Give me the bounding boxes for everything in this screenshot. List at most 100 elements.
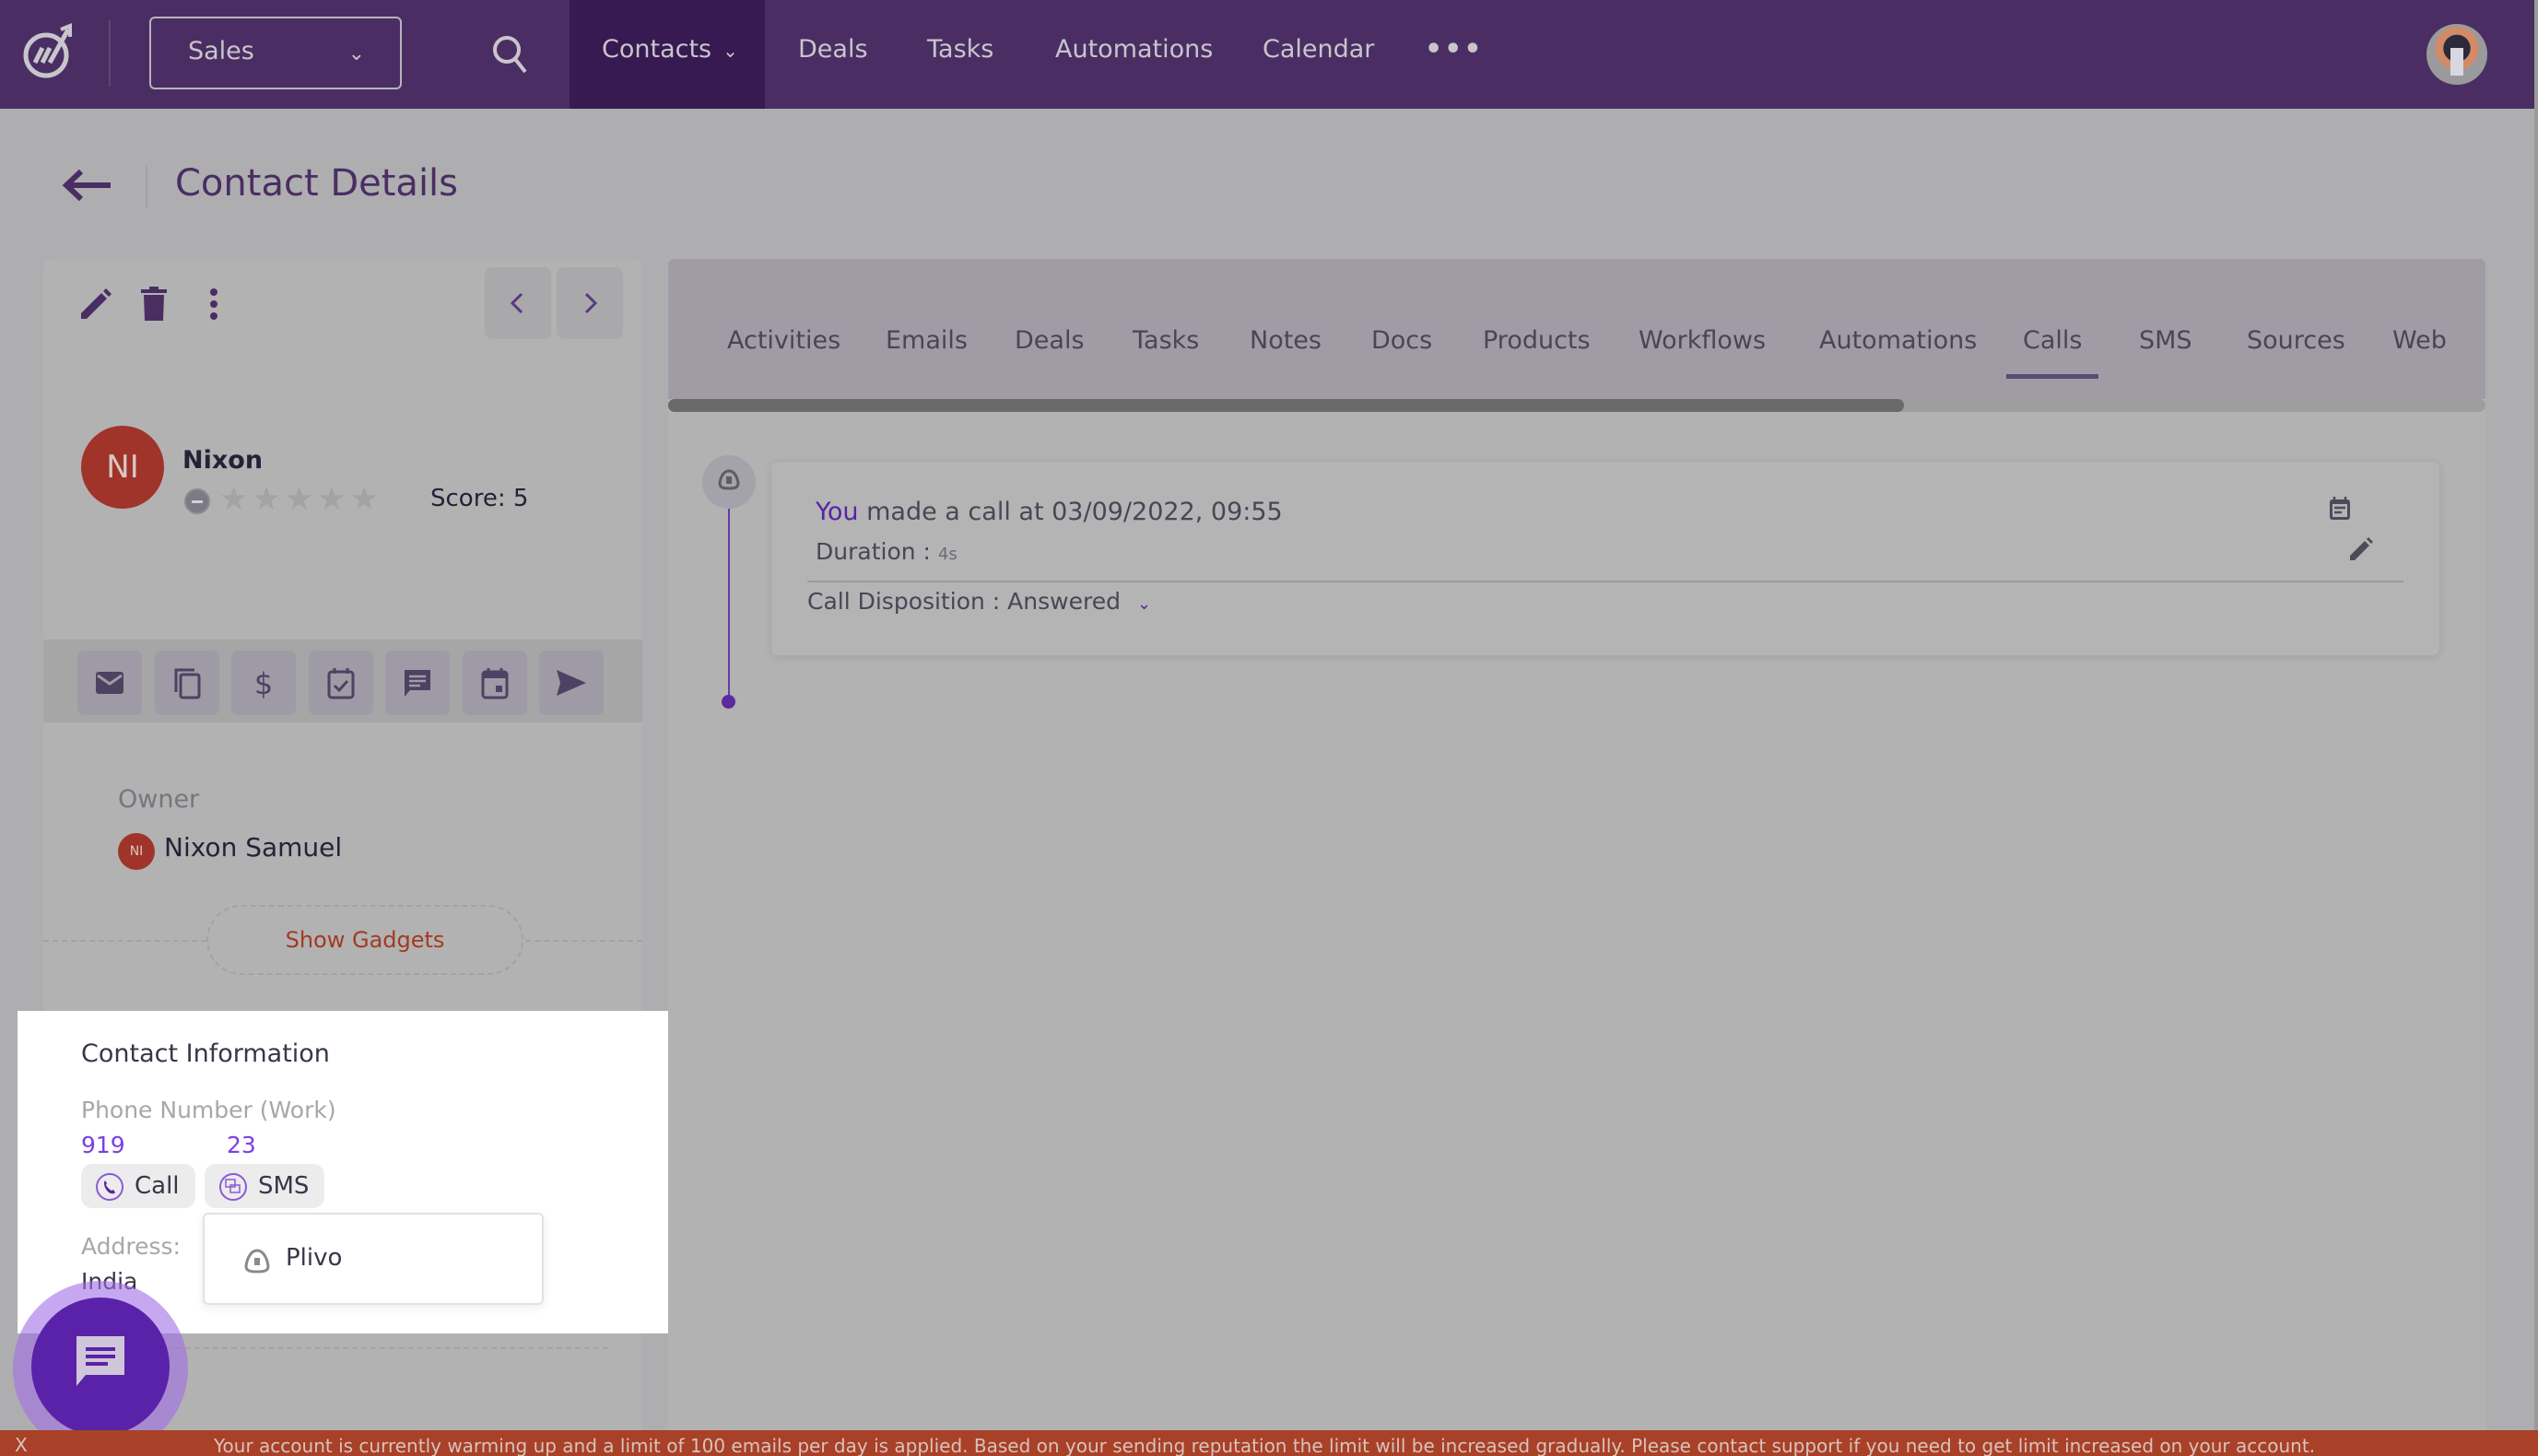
nav-contacts-label: Contacts: [602, 35, 712, 64]
owner-name[interactable]: Nixon Samuel: [164, 832, 342, 863]
call-actor[interactable]: You: [816, 498, 859, 526]
next-contact-button[interactable]: [557, 267, 623, 339]
divider: [146, 166, 147, 208]
copy-action-button[interactable]: [155, 651, 219, 715]
call-disposition-value: Call Disposition : Answered: [807, 588, 1121, 615]
dropdown-item-label: Plivo: [286, 1244, 343, 1272]
svg-text:$: $: [254, 666, 273, 699]
contact-avatar: NI: [81, 426, 164, 509]
phone-number-suffix[interactable]: 23: [227, 1132, 256, 1158]
edit-icon[interactable]: [2348, 536, 2374, 562]
nav-deals[interactable]: Deals: [798, 35, 868, 64]
show-gadgets-button[interactable]: Show Gadgets: [206, 905, 523, 975]
search-icon[interactable]: [487, 28, 535, 81]
email-action-button[interactable]: [77, 651, 142, 715]
edit-icon[interactable]: [77, 286, 114, 323]
copy-icon: [174, 668, 201, 699]
call-summary: You made a call at 03/09/2022, 09:55: [816, 498, 1283, 526]
star-rating[interactable]: ★★★★★: [219, 481, 382, 518]
timeline-end-dot: [722, 695, 735, 709]
tab-workflows[interactable]: Workflows: [1639, 326, 1766, 355]
active-tab-indicator: [2006, 374, 2098, 379]
divider: [109, 20, 111, 87]
divider: [807, 581, 2403, 582]
address-label: Address:: [81, 1233, 181, 1260]
send-icon: [557, 670, 586, 696]
tabs-scrollbar-thumb[interactable]: [668, 399, 1904, 412]
tab-products[interactable]: Products: [1483, 326, 1591, 355]
user-avatar[interactable]: [2426, 24, 2487, 85]
chevron-down-icon: ⌄: [1136, 594, 1152, 614]
sms-button[interactable]: SMS: [205, 1164, 324, 1208]
tab-emails[interactable]: Emails: [886, 326, 968, 355]
more-vertical-icon[interactable]: [195, 286, 232, 323]
contact-name: Nixon: [182, 446, 264, 475]
deal-action-button[interactable]: $: [231, 651, 296, 715]
plivo-icon: [718, 469, 740, 490]
tab-activities[interactable]: Activities: [727, 326, 840, 355]
section-title: Contact Information: [81, 1039, 330, 1068]
call-disposition-select[interactable]: Call Disposition : Answered ⌄: [807, 588, 1151, 615]
duration-value: 4s: [937, 545, 958, 564]
arrow-left-icon[interactable]: [59, 164, 114, 206]
tab-web[interactable]: Web: [2392, 326, 2448, 355]
nav-calendar[interactable]: Calendar: [1263, 35, 1374, 64]
tab-automations[interactable]: Automations: [1819, 326, 1977, 355]
tab-deals[interactable]: Deals: [1015, 326, 1085, 355]
owner-avatar: NI: [118, 833, 155, 870]
workspace-select-value: Sales: [188, 37, 254, 65]
tab-sources[interactable]: Sources: [2247, 326, 2345, 355]
call-summary-text: made a call at 03/09/2022, 09:55: [858, 498, 1283, 526]
tab-notes[interactable]: Notes: [1250, 326, 1322, 355]
call-activity-card: [770, 461, 2440, 656]
calendar-note-icon[interactable]: [2328, 496, 2352, 522]
tab-tasks[interactable]: Tasks: [1133, 326, 1199, 355]
tab-calls[interactable]: Calls: [2023, 326, 2082, 355]
event-action-button[interactable]: [463, 651, 527, 715]
call-duration: Duration : 4s: [816, 538, 958, 565]
dollar-icon: $: [254, 666, 273, 699]
previous-contact-button[interactable]: [485, 267, 551, 339]
workspace-select[interactable]: Sales ⌄: [149, 17, 402, 89]
banner-message: Your account is currently warming up and…: [214, 1435, 2316, 1456]
send-action-button[interactable]: [539, 651, 604, 715]
call-provider-dropdown: Plivo: [203, 1213, 544, 1305]
timeline-line: [728, 509, 730, 700]
event-calendar-icon: [481, 668, 509, 699]
phone-icon: [96, 1173, 123, 1201]
chevron-down-icon: ⌄: [723, 40, 738, 62]
timeline-node: [702, 455, 756, 509]
phone-number-prefix[interactable]: 919: [81, 1132, 125, 1158]
trash-icon[interactable]: [135, 286, 172, 323]
note-action-button[interactable]: [385, 651, 450, 715]
activity-panel: [668, 259, 2485, 1456]
page-title: Contact Details: [175, 162, 459, 205]
phone-label: Phone Number (Work): [81, 1097, 336, 1123]
email-icon: [96, 672, 123, 694]
task-action-button[interactable]: [309, 651, 373, 715]
sms-icon: [219, 1173, 247, 1201]
tab-sms[interactable]: SMS: [2139, 326, 2192, 355]
nav-tasks[interactable]: Tasks: [927, 35, 993, 64]
close-banner-button[interactable]: X: [15, 1434, 28, 1456]
call-button-label: Call: [135, 1172, 180, 1200]
score-label: Score: 5: [430, 485, 529, 512]
more-horizontal-icon[interactable]: •••: [1425, 33, 1484, 65]
chat-icon: [76, 1336, 124, 1386]
nav-contacts[interactable]: Contacts ⌄: [602, 35, 738, 64]
call-button[interactable]: Call: [81, 1164, 195, 1208]
owner-label: Owner: [118, 785, 200, 814]
task-calendar-icon: [327, 668, 355, 699]
message-icon: [405, 670, 430, 697]
duration-label: Duration :: [816, 538, 938, 565]
page-scrollbar[interactable]: [2534, 0, 2538, 1430]
chevron-left-icon: [510, 292, 523, 314]
chat-button[interactable]: [31, 1297, 170, 1436]
tab-docs[interactable]: Docs: [1371, 326, 1432, 355]
nav-automations[interactable]: Automations: [1055, 35, 1213, 64]
status-minus-icon[interactable]: [184, 488, 210, 514]
chevron-down-icon: ⌄: [347, 42, 365, 65]
plivo-icon: [244, 1249, 270, 1274]
chevron-right-icon: [584, 292, 598, 314]
app-logo-icon[interactable]: [18, 20, 81, 83]
